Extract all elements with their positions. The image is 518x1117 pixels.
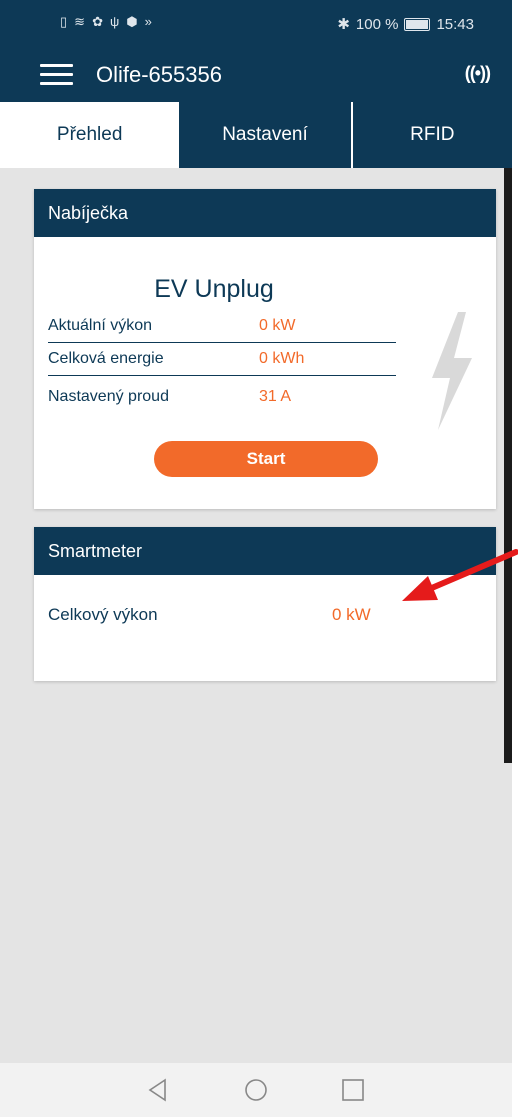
bluetooth-icon: ✱: [337, 16, 350, 33]
row-value: 0 kW: [259, 317, 296, 334]
home-icon[interactable]: [243, 1077, 269, 1103]
smartmeter-row: Celkový výkon 0 kW: [48, 605, 468, 625]
annotation-arrow-icon: [402, 549, 518, 601]
row-label: Celková energie: [48, 350, 164, 367]
lightning-bolt-icon: [432, 312, 472, 430]
usb-icon: ψ: [109, 14, 120, 29]
start-button[interactable]: Start: [154, 441, 378, 477]
clock: 15:43: [436, 15, 474, 33]
settings-icon: ✿: [92, 14, 103, 29]
row-label: Nastavený proud: [48, 388, 169, 405]
status-icons: ▯ ≋ ✿ ψ ⬢ »: [60, 15, 152, 29]
sim-icon: ▯: [60, 14, 68, 29]
back-icon[interactable]: [145, 1077, 171, 1103]
app-title: Olife-655356: [96, 62, 222, 87]
row-value: 0 kWh: [259, 350, 305, 367]
hamburger-menu-icon[interactable]: [40, 64, 73, 86]
info-row: Celková energie 0 kWh: [48, 344, 396, 376]
status-right: ✱ 100 % 15:43: [337, 15, 474, 34]
scrollbar[interactable]: [504, 168, 512, 763]
tab-rfid[interactable]: RFID: [350, 102, 512, 168]
status-bar: ▯ ≋ ✿ ψ ⬢ » ✱ 100 % 15:43: [0, 0, 512, 46]
shield-icon: ⬢: [126, 14, 138, 29]
cast-icon: »: [144, 14, 152, 29]
row-label: Aktuální výkon: [48, 317, 153, 334]
tab-bar: Přehled Nastavení RFID: [0, 102, 512, 168]
charger-card: Nabíječka EV Unplug Aktuální výkon 0 kW …: [34, 189, 496, 509]
tab-prehled[interactable]: Přehled: [0, 102, 180, 168]
app-bar: Olife-655356 ((•)): [0, 46, 512, 102]
row-value: 31 A: [259, 388, 292, 405]
recent-apps-icon[interactable]: [340, 1077, 366, 1103]
charger-card-header: Nabíječka: [34, 189, 496, 237]
info-row: Aktuální výkon 0 kW: [48, 311, 396, 343]
battery-icon: [404, 17, 431, 31]
wifi-icon: ≋: [74, 14, 86, 29]
row-value: 0 kW: [332, 605, 371, 624]
system-nav-bar: [0, 1063, 512, 1117]
row-label: Celkový výkon: [48, 605, 158, 624]
signal-broadcast-icon[interactable]: ((•)): [465, 63, 491, 84]
info-row: Nastavený proud 31 A: [48, 382, 396, 413]
charger-status: EV Unplug: [154, 275, 274, 303]
battery-text: 100 %: [355, 15, 399, 33]
tab-nastaveni[interactable]: Nastavení: [179, 102, 351, 168]
